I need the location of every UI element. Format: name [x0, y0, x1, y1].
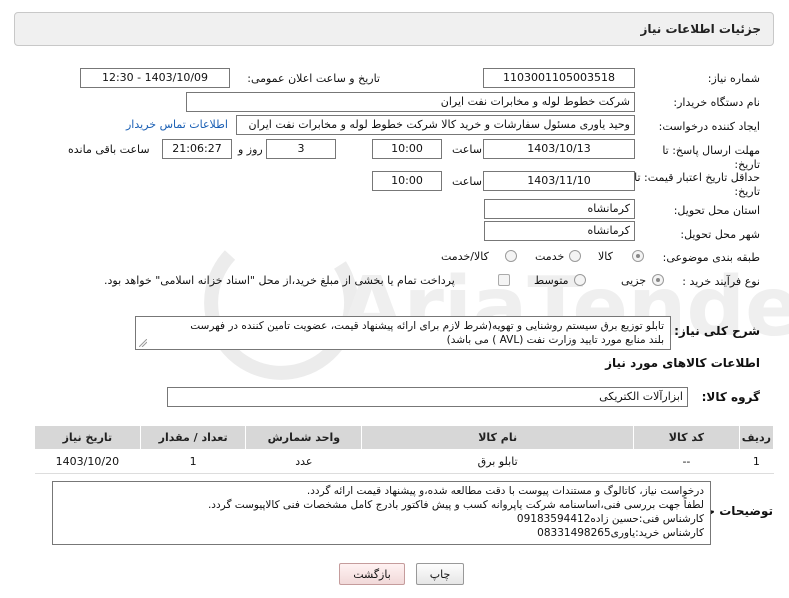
price-validity-time-field: 10:00: [372, 171, 442, 191]
purchase-option-medium: متوسط: [534, 274, 569, 287]
category-radio-goods-service[interactable]: [505, 250, 517, 262]
cell-qty: 1: [140, 449, 246, 474]
goods-group-label: گروه کالا:: [701, 390, 760, 404]
description-label: شرح کلی نیاز:: [674, 324, 760, 338]
table-header-row: ردیف کد کالا نام کالا واحد شمارش تعداد /…: [34, 425, 775, 450]
remaining-time-label: ساعت باقی مانده: [68, 143, 150, 156]
category-radio-service[interactable]: [569, 250, 581, 262]
goods-group-field: ابزارآلات الکتریکی: [167, 387, 688, 407]
col-header-date: تاریخ نیاز: [34, 425, 141, 450]
need-number-label: شماره نیاز:: [707, 72, 760, 85]
buyer-notes-line: لطفاً جهت بررسی فنی،اساسنامه شرکت یاپروا…: [207, 499, 704, 511]
buyer-notes-textarea[interactable]: درخواست نیاز، کاتالوگ و مستندات پیوست با…: [52, 481, 711, 545]
price-validity-time-label: ساعت: [452, 175, 482, 188]
buyer-notes-line: کارشناس خرید:یاوری08331498265: [537, 527, 704, 539]
description-textarea[interactable]: تابلو توزیع برق سیستم روشنایی و تهویه(شر…: [135, 316, 671, 350]
purchase-type-label: نوع فرآیند خرید :: [682, 275, 760, 288]
buyer-org-field: شرکت خطوط لوله و مخابرات نفت ایران: [186, 92, 635, 112]
treasury-payment-note: پرداخت تمام یا بخشی از مبلغ خرید،از محل …: [104, 274, 455, 287]
cell-unit: عدد: [245, 449, 362, 474]
buyer-org-label: نام دستگاه خریدار:: [673, 96, 760, 109]
category-option-goods: کالا: [598, 250, 613, 263]
col-header-code: کد کالا: [633, 425, 740, 450]
category-option-service: خدمت: [535, 250, 565, 263]
purchase-option-minor: جزیی: [621, 274, 647, 287]
province-field: کرمانشاه: [484, 199, 635, 219]
buyer-notes-line: درخواست نیاز، کاتالوگ و مستندات پیوست با…: [306, 485, 704, 497]
cell-date: 1403/10/20: [34, 449, 141, 474]
category-option-goods-service: کالا/خدمت: [441, 250, 489, 263]
price-validity-date-field: 1403/11/10: [483, 171, 635, 191]
requester-field: وحید یاوری مسئول سفارشات و خرید کالا شرک…: [236, 115, 635, 135]
table-row: 1 -- تابلو برق عدد 1 1403/10/20: [34, 449, 774, 474]
need-number-field: 1103001105003518: [483, 68, 635, 88]
announce-datetime-field: 1403/10/09 - 12:30: [80, 68, 230, 88]
back-button[interactable]: بازگشت: [339, 563, 405, 585]
reply-deadline-date-field: 1403/10/13: [483, 139, 635, 159]
city-field: کرمانشاه: [484, 221, 635, 241]
col-header-name: نام کالا: [361, 425, 635, 450]
description-line: تابلو توزیع برق سیستم روشنایی و تهویه(شر…: [190, 320, 664, 332]
col-header-row-num: ردیف: [738, 425, 775, 450]
city-label: شهر محل تحویل:: [680, 228, 760, 241]
buyer-contact-link[interactable]: اطلاعات تماس خریدار: [126, 118, 228, 131]
reply-days-field: 3: [266, 139, 336, 159]
province-label: استان محل تحویل:: [673, 204, 760, 217]
cell-code: --: [633, 449, 740, 474]
col-header-qty: تعداد / مقدار: [139, 425, 247, 450]
purchase-radio-minor[interactable]: [652, 274, 664, 286]
page-title: جزئیات اطلاعات نیاز: [640, 22, 761, 36]
col-header-unit: واحد شمارش: [245, 425, 363, 450]
requester-label: ایجاد کننده درخواست:: [658, 120, 760, 133]
reply-deadline-label: مهلت ارسال پاسخ: تا تاریخ:: [662, 144, 760, 171]
category-radio-goods[interactable]: [632, 250, 644, 262]
reply-deadline-time-label: ساعت: [452, 143, 482, 156]
category-label: طبقه بندی موضوعی:: [662, 251, 760, 264]
cell-name: تابلو برق: [361, 449, 634, 474]
buyer-notes-line: کارشناس فنی:حسین زاده09183594412: [516, 513, 704, 525]
resize-handle-icon[interactable]: [139, 339, 147, 347]
remaining-time-field: 21:06:27: [162, 139, 232, 159]
goods-table: ردیف کد کالا نام کالا واحد شمارش تعداد /…: [34, 425, 775, 474]
goods-section-title: اطلاعات کالاهای مورد نیاز: [605, 356, 760, 370]
description-line: بلند منابع مورد تایید وزارت نفت (AVL ) م…: [446, 334, 664, 346]
print-button[interactable]: چاپ: [416, 563, 464, 585]
announce-datetime-label: تاریخ و ساعت اعلان عمومی:: [247, 72, 380, 85]
price-validity-label: حداقل تاریخ اعتبار قیمت: تا تاریخ:: [634, 171, 760, 198]
treasury-payment-checkbox[interactable]: [498, 274, 510, 286]
reply-deadline-time-field: 10:00: [372, 139, 442, 159]
cell-row-num: 1: [739, 449, 774, 474]
header-panel: جزئیات اطلاعات نیاز: [14, 12, 774, 46]
purchase-radio-medium[interactable]: [574, 274, 586, 286]
reply-days-label: روز و: [238, 143, 263, 156]
